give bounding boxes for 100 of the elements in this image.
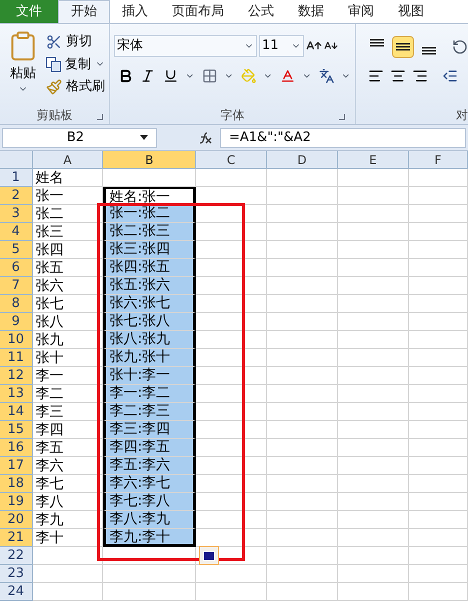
table-cell [338, 475, 409, 493]
table-cell [196, 349, 268, 367]
ribbon-tab[interactable]: 视图 [386, 0, 436, 23]
table-cell [408, 277, 468, 295]
row-header[interactable]: 20 [0, 511, 33, 529]
row-header[interactable]: 13 [0, 385, 33, 403]
table-cell [267, 529, 338, 547]
column-header[interactable]: C [196, 151, 267, 168]
fill-color-icon[interactable] [240, 68, 256, 84]
ribbon-tab[interactable]: 开始 [58, 0, 110, 23]
table-cell [267, 511, 338, 529]
row-header[interactable]: 1 [0, 169, 33, 187]
file-tab[interactable]: 文件 [0, 0, 58, 23]
ribbon-tab[interactable]: 审阅 [336, 0, 386, 23]
dialog-launcher-icon[interactable] [339, 114, 345, 120]
align-right-icon[interactable] [412, 68, 428, 84]
table-cell [338, 259, 409, 277]
table-cell [267, 457, 338, 475]
borders-icon[interactable] [202, 68, 218, 84]
table-cell [338, 187, 409, 205]
fx-icon[interactable] [198, 132, 212, 144]
row-header[interactable]: 12 [0, 367, 33, 385]
row-header[interactable]: 24 [0, 583, 33, 601]
table-cell [408, 529, 468, 547]
table-cell [196, 457, 268, 475]
table-cell [408, 169, 468, 187]
column-header[interactable]: D [267, 151, 338, 168]
row-header[interactable]: 19 [0, 493, 33, 511]
table-cell [267, 205, 338, 223]
row-header[interactable]: 4 [0, 223, 33, 241]
row-header[interactable]: 6 [0, 259, 33, 277]
row-header[interactable]: 10 [0, 331, 33, 349]
cut-button[interactable]: 剪切 [46, 32, 105, 52]
table-cell [267, 241, 338, 259]
align-center-icon[interactable] [390, 68, 406, 84]
font-color-icon[interactable] [280, 68, 296, 84]
row-header[interactable]: 18 [0, 475, 33, 493]
table-cell [408, 421, 468, 439]
copy-button[interactable]: 复制 [46, 54, 105, 74]
table-cell: 李三:李四 [103, 421, 196, 439]
table-cell [408, 187, 468, 205]
row-header[interactable]: 21 [0, 529, 33, 547]
dialog-launcher-icon[interactable] [97, 114, 103, 120]
italic-icon[interactable] [140, 68, 156, 84]
ribbon-tab[interactable]: 插入 [110, 0, 160, 23]
row-header[interactable]: 11 [0, 349, 33, 367]
font-size-field[interactable]: 11 [259, 35, 304, 57]
name-box[interactable]: B2 [2, 128, 157, 148]
row-header[interactable]: 17 [0, 457, 33, 475]
table-cell [408, 367, 468, 385]
table-cell [267, 223, 338, 241]
paste-button[interactable]: 粘贴 [0, 28, 46, 106]
table-cell [408, 511, 468, 529]
table-cell [338, 349, 409, 367]
phonetic-icon[interactable] [318, 68, 334, 84]
table-cell [408, 475, 468, 493]
row-header[interactable]: 15 [0, 421, 33, 439]
column-header[interactable]: E [338, 151, 409, 168]
column-header[interactable]: B [103, 151, 196, 168]
vertical-align-button[interactable] [392, 36, 414, 58]
align-lines-icon [396, 43, 410, 51]
row-header[interactable]: 9 [0, 313, 33, 331]
table-cell [408, 457, 468, 475]
table-cell: 李二:李三 [103, 403, 196, 421]
orientation-icon[interactable] [452, 39, 468, 55]
table-cell [267, 565, 338, 583]
table-cell: 张二:张三 [103, 223, 196, 241]
table-cell [408, 403, 468, 421]
align-left-icon[interactable] [368, 68, 384, 84]
indent-icon[interactable] [442, 68, 458, 84]
row-header[interactable]: 7 [0, 277, 33, 295]
row-header[interactable]: 16 [0, 439, 33, 457]
format-painter-button[interactable]: 格式刷 [46, 77, 105, 96]
table-cell [408, 313, 468, 331]
row-header[interactable]: 23 [0, 565, 33, 583]
row-header[interactable]: 3 [0, 205, 33, 223]
column-header[interactable]: F [408, 151, 468, 168]
row-header[interactable]: 5 [0, 241, 33, 259]
table-cell: 张九:张十 [103, 349, 196, 367]
clipboard-grid-icon [203, 550, 215, 560]
table-cell [338, 169, 409, 187]
bold-icon[interactable] [118, 68, 134, 84]
table-cell [338, 583, 409, 601]
ribbon-tab[interactable]: 数据 [286, 0, 336, 23]
table-cell: 李一:李二 [103, 385, 196, 403]
row-header[interactable]: 8 [0, 295, 33, 313]
table-cell [196, 385, 268, 403]
font-name-field[interactable]: 宋体 [114, 35, 257, 57]
table-cell [267, 277, 338, 295]
row-header[interactable]: 22 [0, 547, 33, 565]
underline-icon[interactable] [162, 68, 178, 84]
paste-options-icon[interactable] [199, 546, 219, 565]
table-cell [196, 493, 268, 511]
table-cell [338, 403, 409, 421]
ribbon-tab[interactable]: 页面布局 [160, 0, 236, 23]
table-cell [196, 583, 268, 601]
row-header[interactable]: 14 [0, 403, 33, 421]
row-header[interactable]: 2 [0, 187, 33, 205]
formula-field[interactable]: =A1&":"&A2 [220, 128, 466, 148]
ribbon-tab[interactable]: 公式 [236, 0, 286, 23]
